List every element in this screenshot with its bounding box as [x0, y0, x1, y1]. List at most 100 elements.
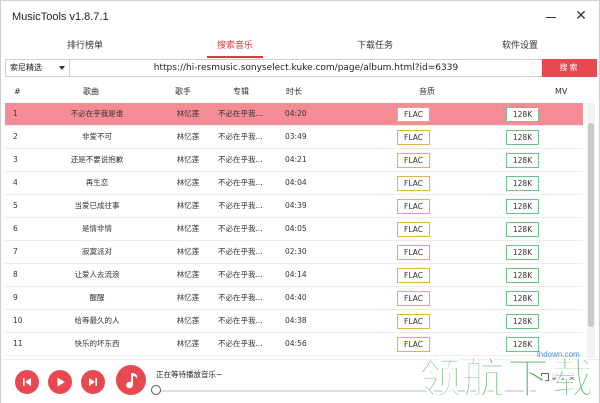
song-album: 不必在乎我... — [218, 155, 263, 164]
song-title: 还是不要说抱歉 — [70, 155, 124, 164]
song-duration: 04:21 — [285, 155, 307, 164]
song-album: 不必在乎我... — [218, 270, 263, 279]
url-input[interactable] — [72, 60, 540, 76]
quality-badge[interactable]: FLAC — [397, 199, 430, 214]
app-title: MusicTools v1.8.7.1 — [12, 11, 109, 23]
mv-badge[interactable]: 128K — [506, 291, 539, 306]
mv-badge[interactable]: 128K — [506, 245, 539, 260]
row-number: 7 — [13, 247, 18, 256]
row-number: 4 — [13, 178, 18, 187]
song-title: 不必在乎我是谁 — [70, 109, 124, 118]
mv-badge[interactable]: 128K — [506, 222, 539, 237]
play-icon[interactable] — [48, 370, 72, 394]
row-number: 8 — [13, 270, 18, 279]
song-album: 不必在乎我... — [218, 224, 263, 233]
mv-badge[interactable]: 128K — [506, 314, 539, 329]
song-duration: 04:56 — [285, 339, 307, 348]
table-row[interactable]: 3 还是不要说抱歉 林忆莲 不必在乎我... 04:21 FLAC 128K — [5, 149, 583, 172]
skip-previous-icon[interactable] — [15, 370, 39, 394]
mv-badge[interactable]: 128K — [506, 199, 539, 214]
song-album: 不必在乎我... — [218, 339, 263, 348]
quality-badge[interactable]: FLAC — [397, 222, 430, 237]
tab-settings[interactable]: 软件设置 — [498, 36, 542, 58]
song-album: 不必在乎我... — [218, 247, 263, 256]
col-header-duration[interactable]: 时长 — [286, 83, 302, 101]
scrollbar-thumb[interactable] — [588, 123, 594, 327]
quality-badge[interactable]: FLAC — [397, 107, 430, 122]
song-duration: 04:14 — [285, 270, 307, 279]
row-number: 5 — [13, 201, 18, 210]
song-duration: 04:05 — [285, 224, 307, 233]
skip-next-icon[interactable] — [81, 370, 105, 394]
mv-badge[interactable]: 128K — [506, 176, 539, 191]
song-title: 是情非情 — [82, 224, 112, 233]
song-duration: 02:30 — [285, 247, 307, 256]
quality-badge[interactable]: FLAC — [397, 130, 430, 145]
quality-badge[interactable]: FLAC — [397, 176, 430, 191]
table-row[interactable]: 5 当爱已成往事 林忆莲 不必在乎我... 04:39 FLAC 128K — [5, 195, 583, 218]
quality-badge[interactable]: FLAC — [397, 153, 430, 168]
row-number: 3 — [13, 155, 18, 164]
table-row[interactable]: 6 是情非情 林忆莲 不必在乎我... 04:05 FLAC 128K — [5, 218, 583, 241]
app-window: MusicTools v1.8.7.1 ✕ 排行榜单 搜索音乐 下载任务 软件设… — [0, 0, 600, 403]
quality-badge[interactable]: FLAC — [397, 268, 430, 283]
song-list: 1 不必在乎我是谁 林忆莲 不必在乎我... 04:20 FLAC 128K 2 非爱不可 林忆莲… — [5, 103, 583, 358]
mv-badge[interactable]: 128K — [506, 107, 539, 122]
mv-badge[interactable]: 128K — [506, 153, 539, 168]
main-tabs: 排行榜单 搜索音乐 下载任务 软件设置 — [1, 36, 599, 58]
table-row[interactable]: 1 不必在乎我是谁 林忆莲 不必在乎我... 04:20 FLAC 128K — [5, 103, 583, 126]
song-artist: 林忆莲 — [176, 132, 200, 141]
song-title: 醒醒 — [89, 293, 105, 302]
tab-search-music[interactable]: 搜索音乐 — [207, 36, 263, 58]
progress-handle[interactable] — [151, 385, 161, 395]
tab-charts[interactable]: 排行榜单 — [63, 36, 107, 58]
col-header-quality[interactable]: 音质 — [419, 83, 435, 101]
vertical-scrollbar[interactable] — [587, 103, 595, 358]
song-artist: 林忆莲 — [176, 178, 200, 187]
tab-downloads[interactable]: 下载任务 — [353, 36, 397, 58]
col-header-album[interactable]: 专辑 — [233, 83, 249, 101]
table-row[interactable]: 7 寂寞派对 林忆莲 不必在乎我... 02:30 FLAC 128K — [5, 241, 583, 264]
quality-badge[interactable]: FLAC — [397, 314, 430, 329]
table-row[interactable]: 8 让爱人去流浪 林忆莲 不必在乎我... 04:14 FLAC 128K — [5, 264, 583, 287]
song-duration: 04:38 — [285, 316, 307, 325]
row-number: 10 — [13, 316, 23, 325]
song-title: 非爱不可 — [82, 132, 112, 141]
col-header-artist[interactable]: 歌手 — [175, 83, 191, 101]
search-button[interactable]: 搜索 — [542, 59, 597, 77]
song-artist: 林忆莲 — [176, 247, 200, 256]
source-dropdown[interactable]: 索尼精选 — [6, 60, 70, 76]
song-artist: 林忆莲 — [176, 270, 200, 279]
song-title: 寂寞派对 — [82, 247, 112, 256]
song-album: 不必在乎我... — [218, 316, 263, 325]
mv-badge[interactable]: 128K — [506, 130, 539, 145]
row-number: 1 — [13, 109, 18, 118]
table-row[interactable]: 10 给等最久的人 林忆莲 不必在乎我... 04:38 FLAC 128K — [5, 310, 583, 333]
mv-badge[interactable]: 128K — [506, 268, 539, 283]
player-status: 正在等待播放音乐~ — [156, 370, 223, 379]
row-number: 9 — [13, 293, 18, 302]
row-number: 2 — [13, 132, 18, 141]
song-artist: 林忆莲 — [176, 109, 200, 118]
song-duration: 04:04 — [285, 178, 307, 187]
col-header-mv[interactable]: MV — [555, 83, 567, 101]
table-row[interactable]: 4 再生恋 林忆莲 不必在乎我... 04:04 FLAC 128K — [5, 172, 583, 195]
table-row[interactable]: 2 非爱不可 林忆莲 不必在乎我... 03:49 FLAC 128K — [5, 126, 583, 149]
quality-badge[interactable]: FLAC — [397, 291, 430, 306]
song-album: 不必在乎我... — [218, 132, 263, 141]
minimize-icon[interactable] — [543, 9, 559, 25]
col-header-title[interactable]: 歌曲 — [83, 83, 99, 101]
music-note-icon[interactable] — [116, 365, 146, 395]
song-artist: 林忆莲 — [176, 316, 200, 325]
quality-badge[interactable]: FLAC — [397, 245, 430, 260]
row-number: 11 — [13, 339, 23, 348]
table-row[interactable]: 9 醒醒 林忆莲 不必在乎我... 04:40 FLAC 128K — [5, 287, 583, 310]
title-bar: MusicTools v1.8.7.1 ✕ — [1, 1, 599, 34]
song-duration: 04:20 — [285, 109, 307, 118]
song-artist: 林忆莲 — [176, 155, 200, 164]
close-icon[interactable]: ✕ — [573, 8, 589, 24]
table-header: # 歌曲 歌手 专辑 时长 音质 MV — [1, 83, 599, 101]
song-title: 快乐的坏东西 — [74, 339, 120, 348]
song-title: 给等最久的人 — [74, 316, 120, 325]
song-title: 当爱已成往事 — [74, 201, 120, 210]
